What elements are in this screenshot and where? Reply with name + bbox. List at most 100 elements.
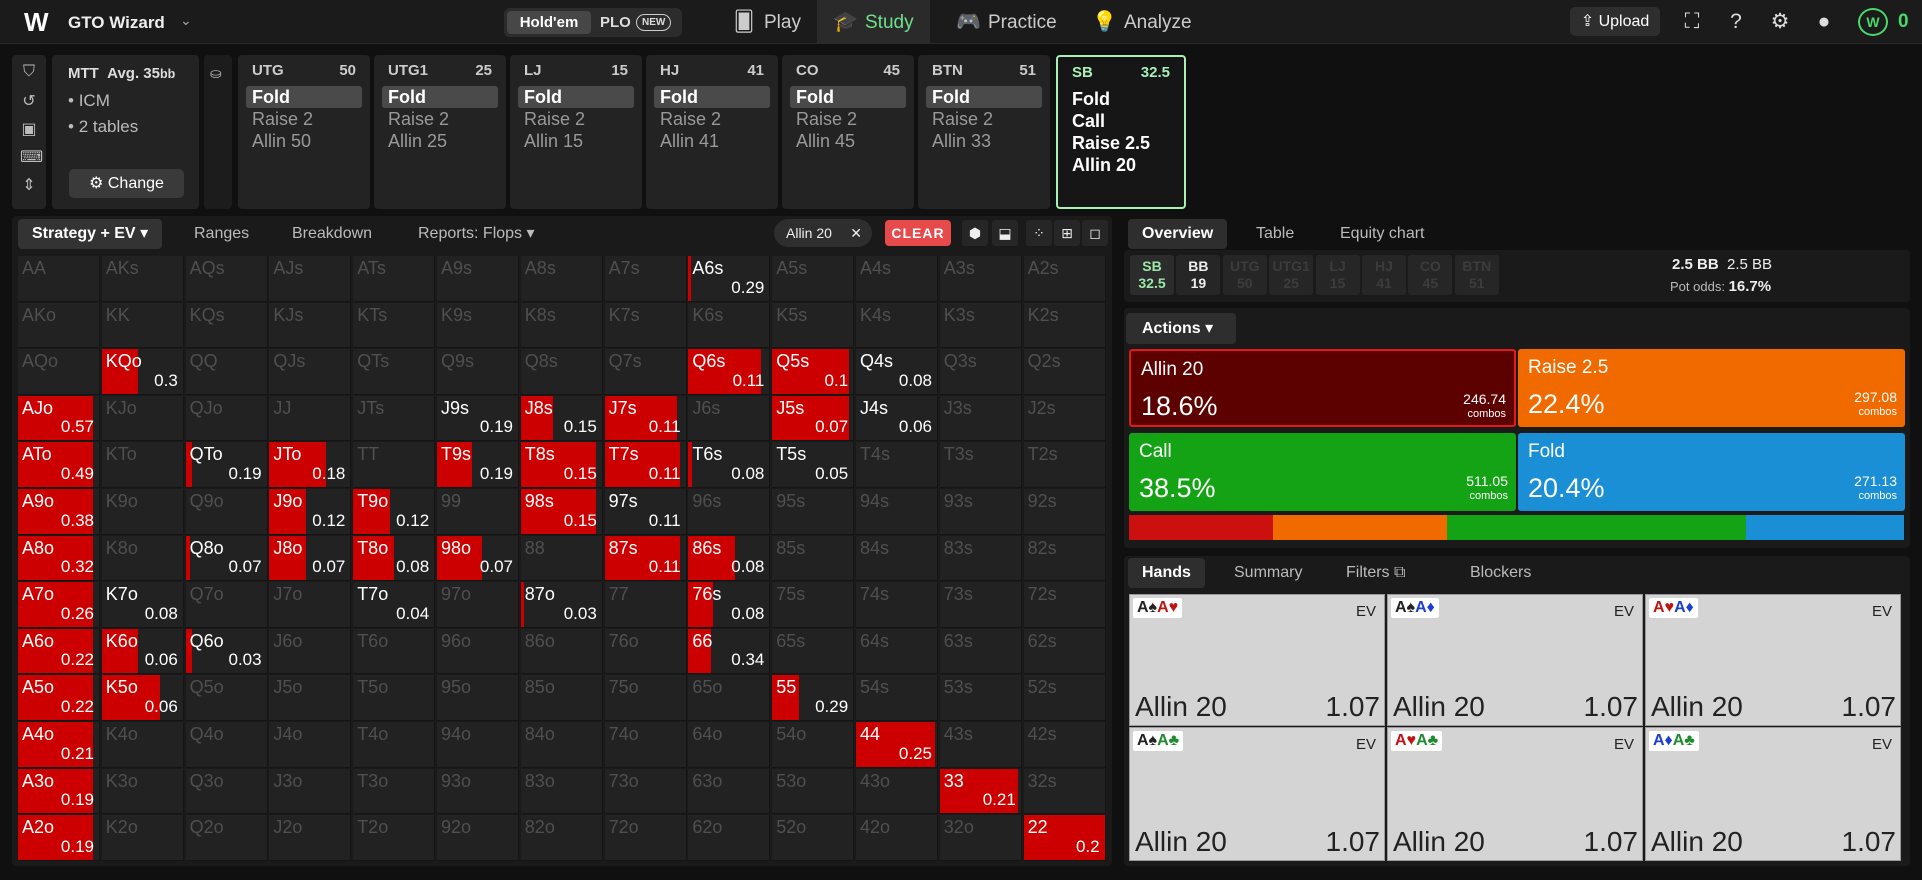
hand-cell-J8s[interactable]: 0.15 J8s	[520, 395, 603, 442]
hand-cell-72o[interactable]: 72o	[604, 815, 687, 861]
hand-cell-95s[interactable]: 95s	[772, 489, 855, 535]
hand-cell-32s[interactable]: 32s	[1023, 768, 1106, 815]
hand-cell-AA[interactable]: AA	[18, 256, 100, 302]
hand-cell-A8o[interactable]: 0.32 A8o	[18, 535, 100, 582]
hand-cell-A4o[interactable]: 0.21 A4o	[18, 722, 100, 768]
hand-cell-33[interactable]: 0.21 33	[939, 768, 1022, 815]
hand-cell-JTo[interactable]: 0.18 JTo	[269, 442, 352, 488]
position-action-allin-41[interactable]: Allin 41	[660, 130, 719, 152]
hand-cell-66[interactable]: 0.34 66	[688, 628, 771, 675]
hand-cell-73s[interactable]: 73s	[939, 582, 1022, 628]
hand-cell-86o[interactable]: 86o	[520, 628, 603, 675]
hand-cell-Q6s[interactable]: 0.11 Q6s	[688, 349, 771, 395]
hand-cell-KQo[interactable]: 0.3 KQo	[101, 349, 184, 395]
hand-cell-T2o[interactable]: T2o	[353, 815, 436, 861]
hand-cell-Q9o[interactable]: Q9o	[185, 489, 268, 535]
position-action-fold[interactable]: Fold	[518, 86, 634, 108]
clear-button[interactable]: CLEAR	[885, 220, 951, 246]
hand-cell-JJ[interactable]: JJ	[269, 395, 352, 442]
hand-cell-QQ[interactable]: QQ	[185, 349, 268, 395]
seat-utg[interactable]: UTG 50	[1222, 255, 1267, 295]
split-view-icon[interactable]: ⬓	[992, 220, 1018, 246]
help-icon[interactable]: ?	[1724, 10, 1748, 34]
position-action-call[interactable]: Call	[1072, 110, 1105, 132]
hand-cell-J8o[interactable]: 0.07 J8o	[269, 535, 352, 582]
tab-equity-chart[interactable]: Equity chart	[1326, 219, 1438, 249]
hand-cell-T7s[interactable]: 0.11 T7s	[604, 442, 687, 488]
hand-cell-A8s[interactable]: A8s	[520, 256, 603, 302]
hand-cell-J5o[interactable]: J5o	[269, 675, 352, 721]
hand-cell-K4o[interactable]: K4o	[101, 722, 184, 768]
tab-ranges[interactable]: Ranges	[180, 217, 263, 251]
hand-cell-54o[interactable]: 54o	[772, 722, 855, 768]
hand-cell-88[interactable]: 88	[520, 535, 603, 582]
hand-cell-TT[interactable]: TT	[353, 442, 436, 488]
seat-utg1[interactable]: UTG1 25	[1269, 255, 1314, 295]
hand-cell-Q6o[interactable]: 0.03 Q6o	[185, 628, 268, 675]
hand-cell-Q4s[interactable]: 0.08 Q4s	[856, 349, 938, 395]
hand-cell-K5s[interactable]: K5s	[772, 302, 855, 349]
position-action-fold[interactable]: Fold	[1072, 88, 1110, 110]
hand-cell-Q2o[interactable]: Q2o	[185, 815, 268, 861]
actions-dropdown[interactable]: Actions ▾	[1126, 313, 1236, 344]
hand-combo-card[interactable]: A♥A♦ EV Allin 20 1.07	[1645, 594, 1901, 726]
action-box-fold[interactable]: Fold 20.4% 271.13 combos	[1518, 433, 1905, 511]
hand-cell-96o[interactable]: 96o	[437, 628, 519, 675]
hand-cell-86s[interactable]: 0.08 86s	[688, 535, 771, 582]
hand-cell-Q9s[interactable]: Q9s	[437, 349, 519, 395]
close-icon[interactable]: ✕	[850, 219, 862, 247]
hand-cell-85s[interactable]: 85s	[772, 535, 855, 582]
hand-cell-T8o[interactable]: 0.08 T8o	[353, 535, 436, 582]
hand-cell-74o[interactable]: 74o	[604, 722, 687, 768]
hand-cell-85o[interactable]: 85o	[520, 675, 603, 721]
hand-cell-A5o[interactable]: 0.22 A5o	[18, 675, 100, 721]
tab-summary[interactable]: Summary	[1220, 558, 1316, 588]
gear-icon[interactable]: ⚙	[1768, 10, 1792, 34]
position-action-raise-2[interactable]: Raise 2	[796, 108, 857, 130]
hand-cell-97o[interactable]: 97o	[437, 582, 519, 628]
position-action-allin-25[interactable]: Allin 25	[388, 130, 447, 152]
hand-cell-T5s[interactable]: 0.05 T5s	[772, 442, 855, 488]
tab-hands[interactable]: Hands	[1128, 558, 1205, 588]
hand-cell-Q2s[interactable]: Q2s	[1023, 349, 1106, 395]
hand-cell-65s[interactable]: 65s	[772, 628, 855, 675]
nav-play[interactable]: 🂠 Play	[716, 0, 817, 44]
hand-cell-J9s[interactable]: 0.19 J9s	[437, 395, 519, 442]
hand-cell-A6s[interactable]: 0.29 A6s	[688, 256, 771, 302]
hand-cell-52s[interactable]: 52s	[1023, 675, 1106, 721]
hand-cell-44[interactable]: 0.25 44	[856, 722, 938, 768]
action-box-allin-20[interactable]: Allin 20 18.6% 246.74 combos	[1129, 349, 1516, 427]
seat-hj[interactable]: HJ 41	[1362, 255, 1406, 295]
hand-cell-JTs[interactable]: JTs	[353, 395, 436, 442]
hand-cell-A5s[interactable]: A5s	[772, 256, 855, 302]
hand-combo-card[interactable]: A♥A♣ EV Allin 20 1.07	[1387, 727, 1643, 861]
hand-cell-J7o[interactable]: J7o	[269, 582, 352, 628]
chevron-down-icon[interactable]: ⌄	[180, 12, 192, 29]
hand-cell-AQs[interactable]: AQs	[185, 256, 268, 302]
hand-cell-Q5s[interactable]: 0.1 Q5s	[772, 349, 855, 395]
hand-cell-84o[interactable]: 84o	[520, 722, 603, 768]
hand-cell-T4o[interactable]: T4o	[353, 722, 436, 768]
full-view-icon[interactable]: ◻	[1082, 220, 1108, 246]
nav-analyze[interactable]: 💡 Analyze	[1076, 0, 1208, 44]
hand-cell-75s[interactable]: 75s	[772, 582, 855, 628]
hand-cell-82s[interactable]: 82s	[1023, 535, 1106, 582]
hand-cell-J2s[interactable]: J2s	[1023, 395, 1106, 442]
hand-cell-42s[interactable]: 42s	[1023, 722, 1106, 768]
hand-cell-T9o[interactable]: 0.12 T9o	[353, 489, 436, 535]
hand-cell-K4s[interactable]: K4s	[856, 302, 938, 349]
hand-cell-QJs[interactable]: QJs	[269, 349, 352, 395]
hand-cell-A3s[interactable]: A3s	[939, 256, 1022, 302]
hand-cell-A2s[interactable]: A2s	[1023, 256, 1106, 302]
brand-name[interactable]: GTO Wizard	[68, 13, 165, 33]
position-action-raise-2[interactable]: Raise 2	[932, 108, 993, 130]
hand-cell-K9s[interactable]: K9s	[437, 302, 519, 349]
hand-cell-55[interactable]: 0.29 55	[772, 675, 855, 721]
hand-cell-T6o[interactable]: T6o	[353, 628, 436, 675]
hand-cell-94o[interactable]: 94o	[437, 722, 519, 768]
seat-sb[interactable]: SB 32.5	[1130, 255, 1174, 295]
hand-cell-77[interactable]: 77	[604, 582, 687, 628]
hand-cell-A2o[interactable]: 0.19 A2o	[18, 815, 100, 861]
hand-cell-KTo[interactable]: KTo	[101, 442, 184, 488]
hand-cell-98s[interactable]: 0.15 98s	[520, 489, 603, 535]
